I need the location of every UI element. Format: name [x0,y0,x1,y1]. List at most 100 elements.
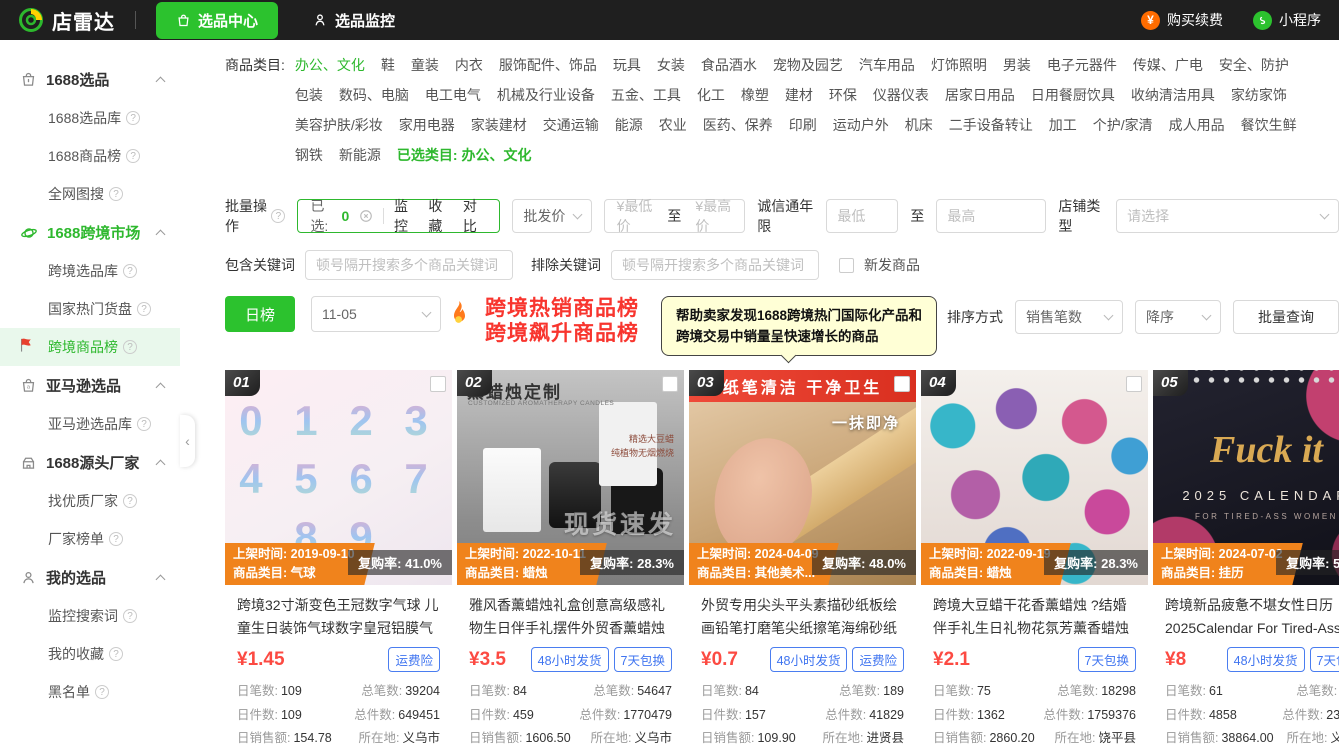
help-icon[interactable]: ? [109,647,123,661]
category-item[interactable]: 新能源 [339,140,381,170]
sidebar-section-header[interactable]: 1688跨境市场 [0,213,180,252]
help-icon[interactable]: ? [271,209,285,223]
category-item[interactable]: 五金、工具 [611,80,681,110]
category-item[interactable]: 女装 [657,50,685,80]
service-badge[interactable]: 运费险 [388,647,440,672]
price-type-select[interactable]: 批发价 [512,199,591,233]
category-item[interactable]: 餐饮生鲜 [1241,110,1297,140]
sidebar-item[interactable]: 厂家榜单? [0,520,180,558]
service-badge[interactable]: 48小时发货 [1227,647,1305,672]
category-item[interactable]: 机械及行业设备 [497,80,595,110]
card-checkbox[interactable] [1126,376,1142,392]
category-item[interactable]: 加工 [1049,110,1077,140]
new-product-checkbox[interactable] [839,258,854,273]
sidebar-item[interactable]: 1688商品榜? [0,137,180,175]
category-item[interactable]: 印刷 [789,110,817,140]
category-item[interactable]: 家用电器 [399,110,455,140]
product-image[interactable]: 02薰蜡烛定制CUSTOMIZED AROMATHERAPY CANDLES精选… [457,370,684,585]
category-item[interactable]: 宠物及园艺 [773,50,843,80]
category-item[interactable]: 交通运输 [543,110,599,140]
help-icon[interactable]: ? [126,111,140,125]
sidebar-item[interactable]: 黑名单? [0,673,180,711]
help-icon[interactable]: ? [137,417,151,431]
category-item[interactable]: 安全、防护 [1219,50,1289,80]
category-item[interactable]: 仪器仪表 [873,80,929,110]
product-image[interactable]: 05Fuck it2025 CALENDARFOR TIRED-ASS WOME… [1153,370,1339,585]
help-icon[interactable]: ? [123,609,137,623]
sort-by-select[interactable]: 销售笔数 [1015,300,1123,334]
category-item[interactable]: 收纳清洁用具 [1131,80,1215,110]
product-title[interactable]: 外贸专用尖头平头素描砂纸板绘画铅笔打磨笔尖纸擦笔海绵砂纸板 [689,585,916,640]
category-item[interactable]: 钢铁 [295,140,323,170]
daily-rank-tab[interactable]: 日榜 [225,296,295,332]
service-badge[interactable]: 48小时发货 [531,647,609,672]
category-item[interactable]: 运动户外 [833,110,889,140]
service-badge[interactable]: 7天包换 [1310,647,1339,672]
sidebar-item[interactable]: 监控搜索词? [0,597,180,635]
help-icon[interactable]: ? [126,149,140,163]
category-item[interactable]: 玩具 [613,50,641,80]
favorite-action[interactable]: 收藏 [428,196,446,236]
category-item[interactable]: 机床 [905,110,933,140]
category-item[interactable]: 橡塑 [741,80,769,110]
category-item[interactable]: 数码、电脑 [339,80,409,110]
clear-selection-icon[interactable] [359,209,373,223]
category-item[interactable]: 家装建材 [471,110,527,140]
product-image[interactable]: 03纸笔清洁 干净卫生一抹即净上架时间: 2024-04-09商品类目: 其他美… [689,370,916,585]
card-checkbox[interactable] [894,376,910,392]
help-icon[interactable]: ? [123,494,137,508]
nav-selection-monitor[interactable]: 选品监控 [312,10,395,31]
category-item[interactable]: 办公、文化 [295,50,365,80]
category-item[interactable]: 电工电气 [425,80,481,110]
buy-renew-button[interactable]: ¥ 购买续费 [1141,10,1223,30]
cxt-max-input[interactable] [936,199,1046,233]
sort-order-select[interactable]: 降序 [1135,300,1221,334]
cxt-min-input[interactable] [826,199,898,233]
category-item[interactable]: 食品酒水 [701,50,757,80]
sidebar-item[interactable]: 国家热门货盘? [0,290,180,328]
product-title[interactable]: 跨境32寸渐变色王冠数字气球 儿童生日装饰气球数字皇冠铝膜气球 [225,585,452,640]
exclude-keywords-input[interactable] [611,250,819,280]
help-icon[interactable]: ? [109,187,123,201]
product-title[interactable]: 雅风香薰蜡烛礼盒创意高级感礼物生日伴手礼摆件外贸香薰蜡烛批发 [457,585,684,640]
category-item[interactable]: 内衣 [455,50,483,80]
category-item[interactable]: 电子元器件 [1047,50,1117,80]
category-item[interactable]: 二手设备转让 [949,110,1033,140]
sidebar-item[interactable]: 全网图搜? [0,175,180,213]
category-item[interactable]: 日用餐厨饮具 [1031,80,1115,110]
include-keywords-input[interactable] [305,250,513,280]
category-item[interactable]: 家纺家饰 [1231,80,1287,110]
shop-type-select[interactable]: 请选择 [1116,199,1339,233]
category-item[interactable]: 汽车用品 [859,50,915,80]
category-item[interactable]: 个护/家清 [1093,110,1153,140]
sidebar-section-header[interactable]: 1688选品 [0,60,180,99]
category-item[interactable]: 男装 [1003,50,1031,80]
compare-action[interactable]: 对比 [463,196,481,236]
sidebar-section-header[interactable]: 1688源头厂家 [0,443,180,482]
card-checkbox[interactable] [430,376,446,392]
category-item[interactable]: 灯饰照明 [931,50,987,80]
sidebar-item[interactable]: 我的收藏? [0,635,180,673]
category-item[interactable]: 成人用品 [1169,110,1225,140]
category-item[interactable]: 服饰配件、饰品 [499,50,597,80]
category-item[interactable]: 化工 [697,80,725,110]
service-badge[interactable]: 运费险 [852,647,904,672]
help-icon[interactable]: ? [123,340,137,354]
product-title[interactable]: 跨境新品疲惫不堪女性日历 2025Calendar For Tired-Ass.… [1153,585,1339,640]
sidebar-item[interactable]: 找优质厂家? [0,482,180,520]
sidebar-collapse-handle[interactable]: ‹ [180,415,195,467]
category-item[interactable]: 能源 [615,110,643,140]
rank-date-select[interactable]: 11-05 [311,296,441,332]
category-item[interactable]: 鞋 [381,50,395,80]
sidebar-section-header[interactable]: a亚马逊选品 [0,366,180,405]
min-price-input[interactable]: ¥最低价 [617,196,654,236]
service-badge[interactable]: 7天包换 [1078,647,1136,672]
mini-program-button[interactable]: 小程序 [1253,10,1321,30]
service-badge[interactable]: 48小时发货 [770,647,848,672]
sidebar-item[interactable]: 亚马逊选品库? [0,405,180,443]
max-price-input[interactable]: ¥最高价 [695,196,732,236]
help-icon[interactable]: ? [95,685,109,699]
card-checkbox[interactable] [662,376,678,392]
sidebar-item[interactable]: 1688选品库? [0,99,180,137]
nav-selection-center[interactable]: 选品中心 [156,2,278,39]
